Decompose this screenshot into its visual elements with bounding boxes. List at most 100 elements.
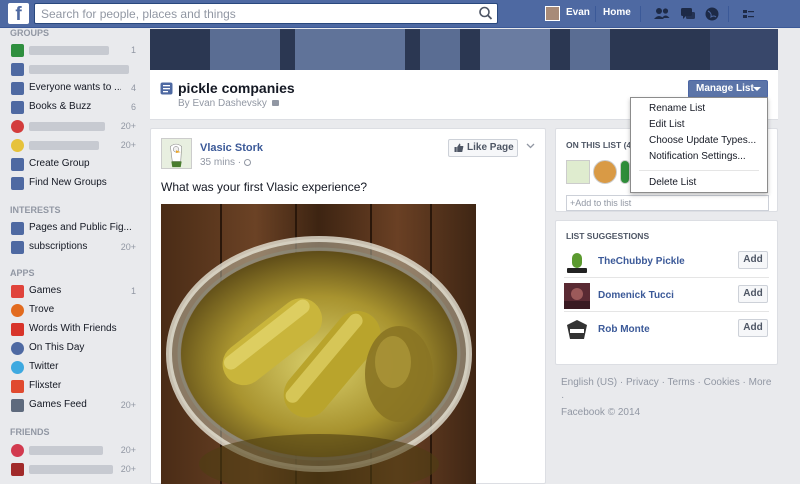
search-icon[interactable] [477,5,495,22]
sidebar-count: 20+ [120,464,136,474]
menu-item-edit-list[interactable]: Edit List [649,119,685,130]
list-icon [11,241,24,254]
sidebar-count: 6 [130,102,136,112]
sidebar-item-twitter[interactable]: Twitter [11,360,138,376]
add-to-list-input[interactable]: +Add to this list [566,195,769,211]
sidebar-count: 4 [130,83,136,93]
suggestion-name-link[interactable]: Domenick Tucci [598,290,674,301]
chevron-down-icon[interactable] [526,143,535,149]
left-sidebar: GROUPS 1 Everyone wants to ... 4 Books &… [0,28,150,484]
suggestion-avatar[interactable] [564,283,590,309]
home-link[interactable]: Home [603,7,631,18]
search-box[interactable] [34,3,498,24]
facebook-logo[interactable]: f [8,3,29,24]
member-avatar[interactable] [593,160,617,184]
sidebar-item-pages-public-figures[interactable]: Pages and Public Fig... [11,221,138,237]
member-avatar[interactable] [620,160,630,184]
sidebar-count: 20+ [120,140,136,150]
sidebar-item-friend-list[interactable]: 20+ [11,443,138,459]
footer-link-row[interactable]: English (US) · Privacy · Terms · Cookies… [561,375,776,405]
menu-item-choose-update-types[interactable]: Choose Update Types... [649,135,756,146]
sidebar-count: 20+ [120,445,136,455]
list-suggestions-heading: LIST SUGGESTIONS [566,231,650,241]
redacted-label [29,122,105,131]
globe-privacy-icon [243,158,251,166]
sidebar-item-label: Find New Groups [29,177,107,188]
section-heading-apps: APPS [10,268,35,278]
sidebar-item-words-with-friends[interactable]: Words With Friends [11,322,138,338]
search-input[interactable] [35,4,471,23]
cover-image [150,29,778,70]
friend-requests-icon[interactable] [653,5,671,23]
post-message: What was your first Vlasic experience? [161,180,368,194]
manage-list-label: Manage List [696,83,754,94]
sidebar-item-games-feed[interactable]: Games Feed 20+ [11,398,138,414]
manage-list-button[interactable]: Manage List [688,80,768,98]
sidebar-count: 20+ [120,400,136,410]
messages-icon[interactable] [679,5,697,23]
menu-divider [639,170,759,171]
divider [640,6,641,22]
post-photo[interactable] [161,204,476,484]
sidebar-item-friend-list[interactable]: 20+ [11,462,138,478]
menu-item-delete-list[interactable]: Delete List [649,177,696,188]
owner-text: By Evan Dashevsky [178,98,267,109]
sidebar-item-books-buzz[interactable]: Books & Buzz 6 [11,100,138,116]
sidebar-item-find-new-groups[interactable]: Find New Groups [11,176,138,192]
on-this-list-heading: ON THIS LIST (4 [566,140,632,150]
sidebar-item-subscriptions[interactable]: subscriptions 20+ [11,240,138,256]
sidebar-item-label: Words With Friends [29,323,117,334]
suggestion-name-link[interactable]: TheChubby Pickle [598,256,685,267]
sidebar-item-label: Pages and Public Fig... [29,222,132,233]
add-suggestion-button[interactable]: Add [738,285,768,303]
user-avatar[interactable] [545,6,560,21]
sidebar-item-group[interactable]: 20+ [11,138,138,154]
suggestion-item: Rob Monte Add [556,317,777,351]
sidebar-item-create-group[interactable]: Create Group [11,157,138,173]
sidebar-item-label: Flixster [29,380,62,391]
lock-icon [271,100,279,107]
redacted-label [29,465,113,474]
notifications-globe-icon[interactable] [703,5,721,23]
settings-menu-icon[interactable] [742,7,756,21]
suggestion-avatar[interactable] [564,317,590,343]
section-heading-friends: FRIENDS [10,427,50,437]
redacted-label [29,65,129,74]
menu-item-rename-list[interactable]: Rename List [649,103,705,114]
sidebar-item-everyone-wants-to[interactable]: Everyone wants to ... 4 [11,81,138,97]
news-feed-post: Vlasic Stork 35 mins · Like Page What wa… [150,128,546,484]
sidebar-item-label: subscriptions [29,241,88,252]
suggestion-name-link[interactable]: Rob Monte [598,324,650,335]
trove-icon [11,304,24,317]
page-avatar[interactable] [161,138,192,169]
page-name-link[interactable]: Vlasic Stork [200,142,263,154]
divider [595,6,596,22]
sidebar-item-group[interactable]: 1 [11,43,138,59]
plus-group-icon [11,158,24,171]
sidebar-item-flixster[interactable]: Flixster [11,379,138,395]
user-name-link[interactable]: Evan [566,7,590,18]
suggestion-avatar[interactable] [564,249,590,275]
group-icon [11,101,24,114]
on-this-day-icon [11,342,24,355]
post-timestamp[interactable]: 35 mins · [200,157,251,168]
list-icon [160,82,173,95]
sidebar-count: 20+ [120,242,136,252]
member-avatar[interactable] [566,160,590,184]
sidebar-item-group[interactable] [11,62,138,78]
list-owner: By Evan Dashevsky [178,98,279,109]
menu-item-notification-settings[interactable]: Notification Settings... [649,151,746,162]
sidebar-item-games[interactable]: Games 1 [11,284,138,300]
like-page-button[interactable]: Like Page [448,139,518,157]
add-suggestion-button[interactable]: Add [738,251,768,269]
sidebar-item-on-this-day[interactable]: On This Day [11,341,138,357]
sidebar-item-label: On This Day [29,342,85,353]
sidebar-item-trove[interactable]: Trove [11,303,138,319]
add-suggestion-button[interactable]: Add [738,319,768,337]
sidebar-item-label: Twitter [29,361,59,372]
redacted-label [29,46,109,55]
sidebar-item-group[interactable]: 20+ [11,119,138,135]
footer-copyright: Facebook © 2014 [561,407,641,418]
sidebar-count: 1 [130,286,136,296]
sidebar-item-label: Books & Buzz [29,101,92,112]
